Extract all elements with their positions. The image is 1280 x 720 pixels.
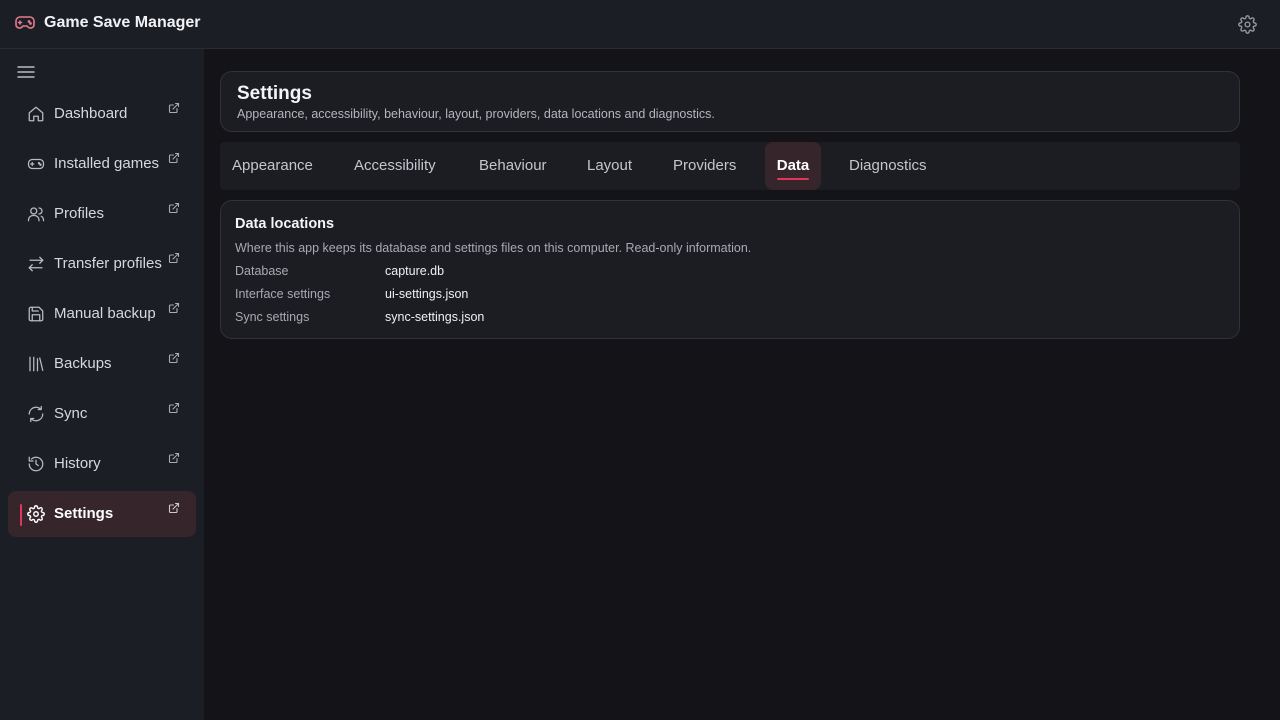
top-bar: Game Save Manager [0, 0, 1280, 49]
gear-icon [27, 505, 45, 523]
sync-settings-value: sync-settings.json [385, 310, 485, 324]
sidebar-item-label: History [54, 455, 101, 472]
page-title: Settings [237, 83, 312, 104]
history-icon [27, 455, 45, 473]
sidebar-item-label: Manual backup [54, 305, 156, 322]
sidebar-item-installed-games[interactable]: Installed games [8, 141, 196, 187]
tab-providers[interactable]: Providers [673, 142, 736, 190]
sidebar-item-sync[interactable]: Sync [8, 391, 196, 437]
interface-settings-label: Interface settings [235, 287, 331, 301]
sidebar-item-label: Backups [54, 355, 112, 372]
external-link-icon[interactable] [168, 152, 180, 164]
app-title: Game Save Manager [44, 14, 201, 31]
section-description: Where this app keeps its database and se… [235, 241, 752, 255]
active-tab-underline [777, 178, 809, 180]
sidebar-item-history[interactable]: History [8, 441, 196, 487]
transfer-icon [27, 255, 45, 273]
gamepad-icon [15, 14, 35, 32]
external-link-icon[interactable] [168, 202, 180, 214]
sidebar: Dashboard Installed games Profiles Trans… [0, 49, 204, 720]
home-icon [27, 105, 45, 123]
page-header: Settings Appearance, accessibility, beha… [220, 71, 1240, 132]
sidebar-item-label: Transfer profiles [54, 255, 162, 272]
save-icon [27, 305, 45, 323]
sidebar-item-label: Installed games [54, 155, 160, 172]
refresh-icon [27, 405, 45, 423]
sidebar-item-profiles[interactable]: Profiles [8, 191, 196, 237]
external-link-icon[interactable] [168, 252, 180, 264]
external-link-icon[interactable] [168, 102, 180, 114]
database-label: Database [235, 264, 289, 278]
sidebar-item-label: Settings [54, 505, 114, 522]
tab-data[interactable]: Data [765, 142, 821, 190]
gamepad-icon [27, 155, 45, 173]
external-link-icon[interactable] [168, 302, 180, 314]
users-icon [27, 205, 45, 223]
sidebar-item-settings[interactable]: Settings [8, 491, 196, 537]
interface-settings-value: ui-settings.json [385, 287, 469, 301]
sidebar-item-backups[interactable]: Backups [8, 341, 196, 387]
library-icon [27, 355, 45, 373]
tab-label: Data [776, 157, 810, 174]
sidebar-item-label: Sync [54, 405, 88, 422]
active-indicator [20, 504, 22, 526]
external-link-icon[interactable] [168, 452, 180, 464]
sidebar-item-transfer-profiles[interactable]: Transfer profiles [8, 241, 196, 287]
section-title: Data locations [235, 216, 335, 232]
tab-appearance[interactable]: Appearance [232, 142, 313, 190]
sync-settings-label: Sync settings [235, 310, 310, 324]
sidebar-item-manual-backup[interactable]: Manual backup [8, 291, 196, 337]
sidebar-item-dashboard[interactable]: Dashboard [8, 91, 196, 137]
tab-behaviour[interactable]: Behaviour [479, 142, 547, 190]
page-subtitle: Appearance, accessibility, behaviour, la… [237, 107, 715, 121]
external-link-icon[interactable] [168, 352, 180, 364]
tab-layout[interactable]: Layout [587, 142, 632, 190]
external-link-icon[interactable] [168, 502, 180, 514]
gear-icon[interactable] [1238, 15, 1257, 34]
sidebar-item-label: Profiles [54, 205, 105, 222]
settings-tabs: Appearance Accessibility Behaviour Layou… [220, 142, 1240, 190]
database-value: capture.db [385, 264, 445, 278]
tab-accessibility[interactable]: Accessibility [354, 142, 436, 190]
sidebar-item-label: Dashboard [54, 105, 128, 122]
tab-diagnostics[interactable]: Diagnostics [849, 142, 927, 190]
data-locations-card: Data locations Where this app keeps its … [220, 200, 1240, 339]
hamburger-menu-icon[interactable] [17, 65, 35, 79]
external-link-icon[interactable] [168, 402, 180, 414]
